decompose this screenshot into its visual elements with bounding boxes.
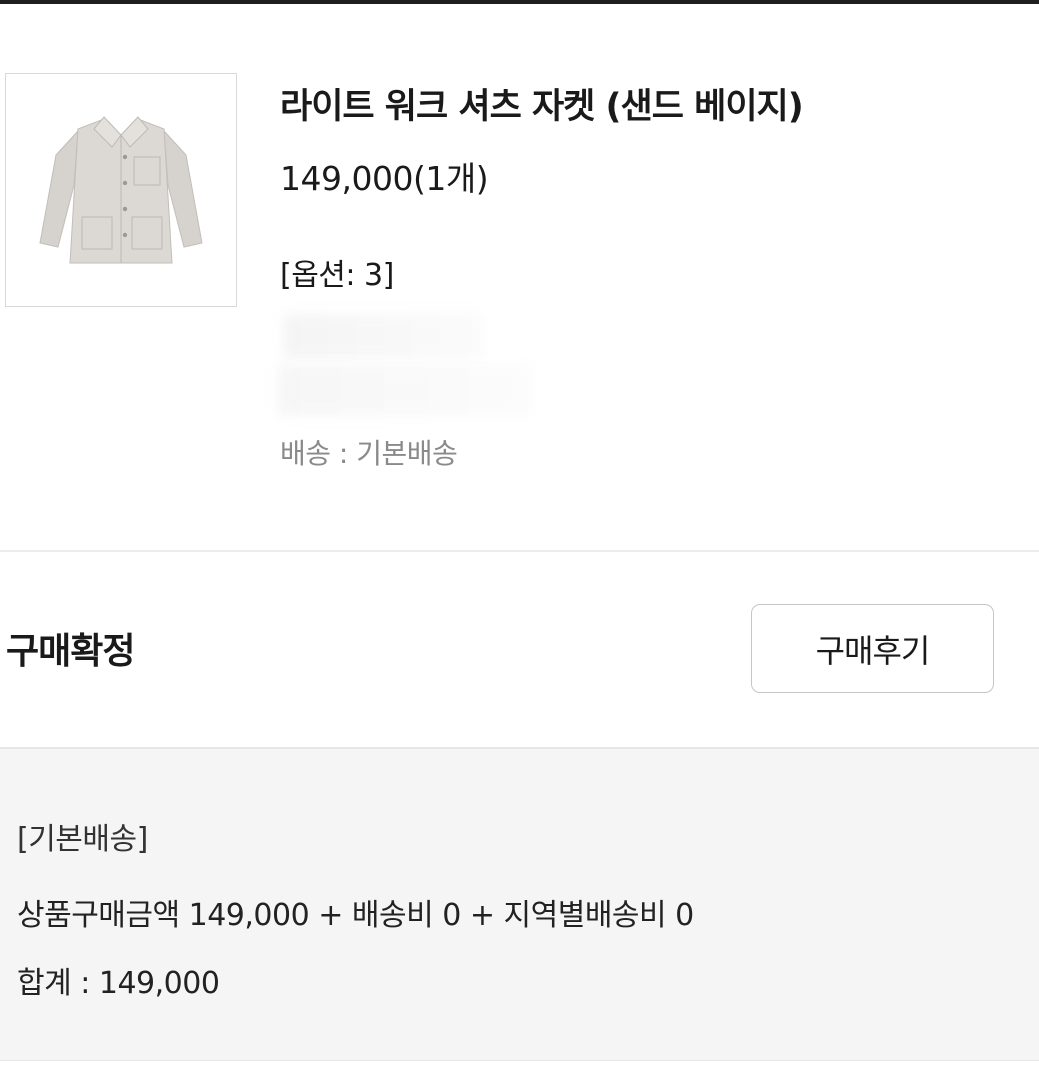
redacted-option-detail — [284, 314, 484, 358]
shipping-method: 배송 : 기본배송 — [280, 437, 458, 470]
order-status-row: 구매확정 구매후기 — [0, 552, 1039, 747]
product-price: 149,000(1개) — [280, 159, 489, 198]
product-thumbnail[interactable] — [5, 73, 237, 307]
redacted-option-detail-2 — [278, 364, 532, 416]
bottom-divider — [0, 1060, 1039, 1076]
product-title[interactable]: 라이트 워크 셔츠 자켓 (샌드 베이지) — [280, 78, 804, 129]
shipping-type-label: [기본배송] — [17, 822, 148, 857]
price-breakdown: 상품구매금액 149,000 + 배송비 0 + 지역별배송비 0 — [17, 898, 694, 933]
product-option: [옵션: 3] — [280, 258, 394, 293]
order-status-label: 구매확정 — [6, 631, 135, 672]
payment-summary: [기본배송] 상품구매금액 149,000 + 배송비 0 + 지역별배송비 0… — [0, 747, 1039, 1060]
order-total: 합계 : 149,000 — [17, 966, 220, 1001]
write-review-button[interactable]: 구매후기 — [751, 604, 994, 693]
jacket-image — [39, 116, 203, 264]
order-item-card: 라이트 워크 셔츠 자켓 (샌드 베이지) 149,000(1개) [옵션: 3… — [0, 4, 1039, 550]
